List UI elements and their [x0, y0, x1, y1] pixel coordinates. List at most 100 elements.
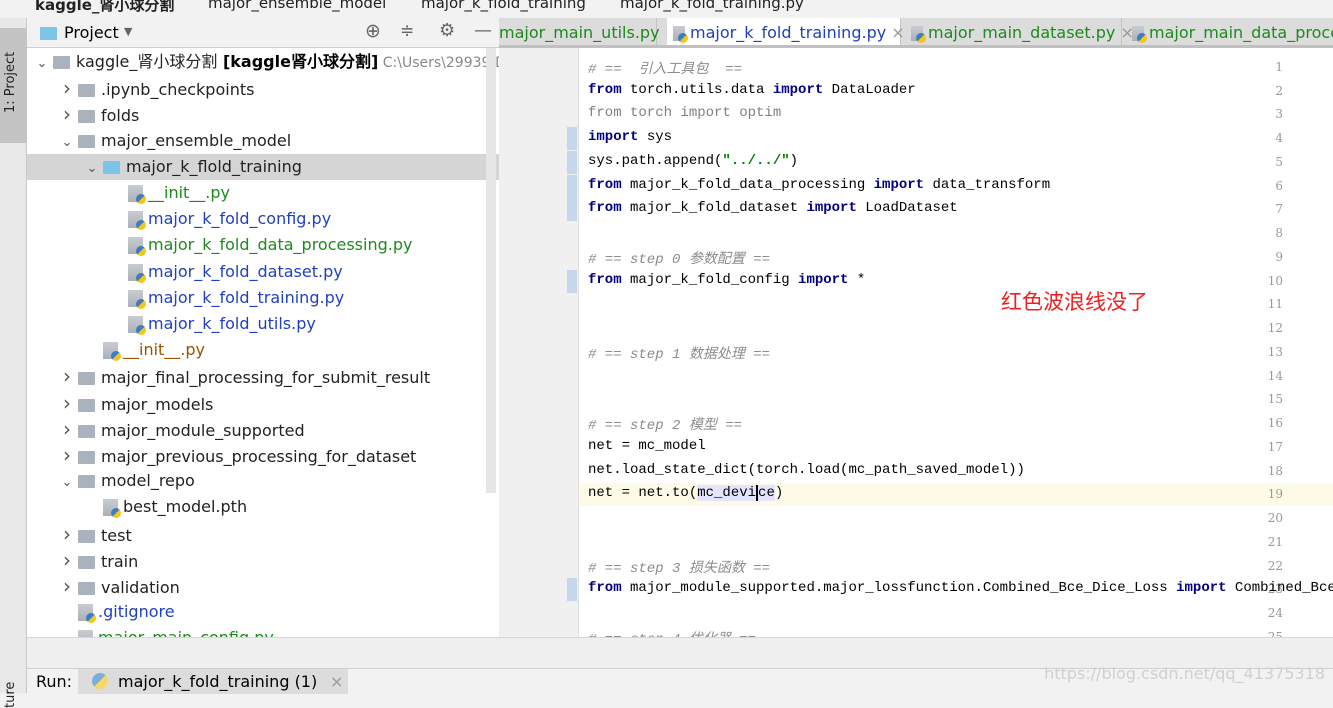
file-icon — [128, 237, 146, 257]
chevron-right-icon[interactable]: › — [56, 573, 78, 599]
chevron-down-icon[interactable]: ⌄ — [56, 130, 78, 156]
breadcrumb-item[interactable]: kaggle_肾小球分割 — [35, 0, 174, 15]
tree-item[interactable]: major_k_fold_utils.py — [27, 311, 499, 337]
chevron-right-icon[interactable]: › — [56, 101, 78, 127]
change-marker[interactable] — [567, 127, 577, 151]
hide-icon[interactable]: — — [474, 20, 492, 41]
breadcrumb-item[interactable]: major_k_fold_training.py — [620, 0, 804, 12]
line-number: 20 — [1267, 511, 1283, 526]
change-marker[interactable] — [567, 578, 577, 602]
folder-icon — [78, 451, 95, 464]
code-line[interactable]: # == step 0 参数配置 == — [588, 248, 770, 268]
code-line[interactable]: # == step 2 模型 == — [588, 414, 742, 434]
run-tab[interactable]: major_k_fold_training (1) × — [78, 669, 348, 694]
code-line[interactable]: import sys — [588, 129, 672, 145]
structure-tool-label[interactable]: ture — [3, 682, 18, 708]
project-view-selector[interactable]: Project — [64, 23, 119, 42]
chevron-right-icon[interactable]: › — [56, 363, 78, 389]
chevron-right-icon[interactable]: › — [56, 547, 78, 573]
tree-item[interactable]: .gitignore — [27, 599, 499, 625]
locate-icon[interactable]: ⊕ — [365, 20, 381, 42]
chevron-down-icon[interactable]: ⌄ — [31, 51, 53, 77]
editor-tab[interactable]: major_main_utils.py × — [499, 18, 678, 45]
code-line[interactable]: sys.path.append("../../") — [588, 153, 798, 169]
tree-item[interactable]: › major_module_supported — [27, 416, 499, 442]
chevron-right-icon[interactable]: › — [56, 521, 78, 547]
tree-item[interactable]: ⌄ major_ensemble_model — [27, 128, 499, 154]
change-marker[interactable] — [567, 174, 577, 198]
tree-item[interactable]: major_k_fold_dataset.py — [27, 259, 499, 285]
code-editor[interactable]: 红色波浪线没了 1 # == 引入工具包 == 2 from torch.utils.… — [499, 48, 1333, 648]
tree-item[interactable]: major_k_fold_training.py — [27, 285, 499, 311]
line-number: 22 — [1267, 558, 1283, 573]
tree-item[interactable]: › major_models — [27, 390, 499, 416]
code-line[interactable]: from torch.utils.data import DataLoader — [588, 82, 916, 98]
tree-item[interactable]: › major_final_processing_for_submit_resul… — [27, 363, 499, 389]
tree-item[interactable]: › train — [27, 547, 499, 573]
editor-tab[interactable]: major_main_dataset.py × — [905, 18, 1134, 45]
code-line[interactable]: net.load_state_dict(torch.load(mc_path_s… — [588, 462, 1025, 478]
file-icon — [78, 604, 96, 624]
change-marker[interactable] — [567, 269, 577, 293]
code-line[interactable]: from major_k_fold_data_processing import… — [588, 177, 1050, 193]
tree-item[interactable]: › validation — [27, 573, 499, 599]
tree-item[interactable]: ⌄ kaggle_肾小球分割 [kaggle肾小球分割] C:\Users\299… — [27, 49, 522, 77]
tree-item[interactable]: › .ipynb_checkpoints — [27, 75, 499, 101]
line-number: 8 — [1275, 226, 1283, 241]
tree-item[interactable]: __init__.py — [27, 337, 499, 363]
tree-item[interactable]: › folds — [27, 101, 499, 127]
chevron-down-icon[interactable]: ⌄ — [56, 470, 78, 496]
chevron-down-icon[interactable]: ⌄ — [81, 156, 103, 182]
chevron-right-icon[interactable]: › — [56, 416, 78, 442]
close-icon[interactable]: × — [886, 23, 904, 42]
tree-item[interactable]: major_k_fold_data_processing.py — [27, 232, 499, 258]
scrollbar[interactable] — [486, 48, 496, 493]
tree-item[interactable]: › major_previous_processing_for_dataset — [27, 442, 499, 468]
code-line[interactable]: # == step 1 数据处理 == — [588, 343, 770, 363]
tree-item[interactable]: major_k_fold_config.py — [27, 206, 499, 232]
tree-item[interactable]: › test — [27, 521, 499, 547]
tree-item[interactable]: ⌄ model_repo — [27, 468, 499, 494]
code-line[interactable]: from major_module_supported.major_lossfu… — [588, 580, 1333, 596]
project-panel-header: Project ▼ ⊕ ≑ ⚙ — — [27, 18, 499, 48]
file-icon — [128, 263, 146, 283]
chevron-right-icon[interactable]: › — [56, 390, 78, 416]
tree-item-label: train — [101, 551, 139, 571]
tool-window-strip: 1: Project ture — [0, 18, 27, 708]
file-icon — [128, 289, 146, 309]
code-line[interactable]: from torch import optim — [588, 105, 781, 121]
tree-item-label: major_ensemble_model — [101, 130, 292, 150]
project-tool-label: 1: Project — [3, 51, 18, 113]
code-line[interactable]: from major_k_fold_config import * — [588, 272, 865, 288]
line-number: 6 — [1275, 178, 1283, 193]
tree-item-label: major_k_fold_training.py — [148, 287, 345, 307]
tree-item[interactable]: best_model.pth — [27, 494, 499, 520]
editor-tab[interactable]: major_main_data_proce — [1126, 18, 1333, 45]
editor-tabs: major_main_utils.py ×major_k_fold_traini… — [499, 18, 1333, 48]
change-marker[interactable] — [567, 150, 577, 174]
breadcrumb-item[interactable]: major_ensemble_model — [208, 0, 386, 12]
tree-item-label: major_k_fold_config.py — [148, 209, 332, 229]
change-marker[interactable] — [567, 198, 577, 222]
dropdown-icon[interactable]: ▼ — [124, 25, 132, 38]
tree-item[interactable]: __init__.py — [27, 180, 499, 206]
code-line[interactable]: # == 引入工具包 == — [588, 58, 742, 78]
close-icon[interactable]: × — [330, 672, 343, 691]
run-label: Run: — [36, 672, 73, 691]
code-line[interactable]: net = mc_model — [588, 438, 706, 454]
annotation-text: 红色波浪线没了 — [1001, 290, 1148, 314]
tree-item-label: major_k_flold_training — [126, 156, 302, 176]
python-file-icon — [673, 26, 688, 43]
code-line[interactable]: from major_k_fold_dataset import LoadDat… — [588, 200, 958, 216]
code-line[interactable]: net = net.to(mc_devi ce) — [588, 485, 783, 502]
file-icon — [128, 211, 146, 231]
code-line[interactable]: # == step 3 损失函数 == — [588, 557, 770, 577]
collapse-all-icon[interactable]: ≑ — [400, 21, 414, 41]
tree-item[interactable]: ⌄ major_k_flold_training — [27, 153, 499, 182]
editor-tab[interactable]: major_k_fold_training.py × — [667, 18, 905, 45]
chevron-right-icon[interactable]: › — [56, 442, 78, 468]
breadcrumb-item[interactable]: major_k_flold_training — [421, 0, 586, 12]
tree-item-label: major_k_fold_data_processing.py — [148, 235, 413, 255]
chevron-right-icon[interactable]: › — [56, 75, 78, 101]
gear-icon[interactable]: ⚙ — [439, 20, 455, 41]
